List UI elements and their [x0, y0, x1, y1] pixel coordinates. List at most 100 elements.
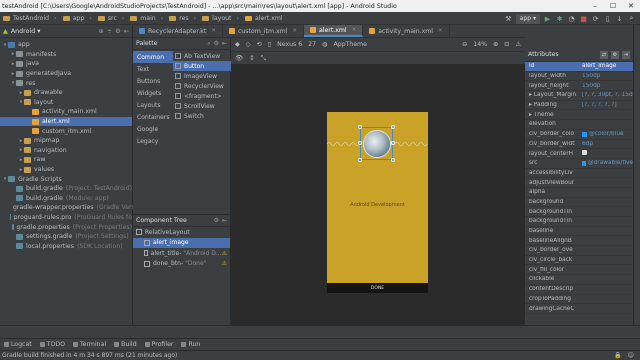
checkbox[interactable] — [582, 150, 587, 156]
attribute-value[interactable]: 6dp — [582, 141, 633, 147]
project-tree-item[interactable]: ▾ res — [0, 78, 132, 88]
project-tree-item[interactable]: ▸ drawable — [0, 88, 132, 98]
constraint-handle[interactable] — [358, 141, 362, 145]
palette-item[interactable]: ScrollView — [173, 101, 231, 111]
attribute-row[interactable]: adjustViewBour — [525, 178, 633, 188]
attribute-row[interactable]: contentDescrip — [525, 285, 633, 295]
attribute-row[interactable]: alpha — [525, 188, 633, 198]
tool-window-run[interactable]: Run — [181, 341, 200, 348]
breadcrumb-app[interactable]: app › — [60, 15, 95, 22]
maximize-icon[interactable]: ☐ — [604, 0, 622, 12]
project-tree-item[interactable]: ▸ values — [0, 165, 132, 175]
attribute-value[interactable]: 150dp — [582, 73, 633, 79]
stop-icon[interactable]: ■ — [579, 14, 588, 23]
sync-icon[interactable]: ⟳ — [591, 14, 600, 23]
zoom-fit-icon[interactable]: ⊡ — [504, 41, 509, 48]
project-tree-item[interactable]: build.gradle (Project: TestAndroid) — [0, 184, 132, 194]
project-tree-item[interactable]: ▸ mipmap — [0, 136, 132, 146]
attribute-value[interactable]: [?, ?, 30pt, ?, 15dp] — [582, 92, 633, 98]
palette-item[interactable]: <fragment> — [173, 91, 231, 101]
component-tree-item[interactable]: alert_image — [133, 237, 230, 248]
orientation-icon[interactable]: ⟲ — [257, 41, 262, 48]
attribute-row[interactable]: ▸ Padding [?, ?, ?, ?, ?] — [525, 101, 633, 111]
attribute-row[interactable]: layout_height 150dp — [525, 81, 633, 92]
resize-icon[interactable]: ⤡ — [261, 54, 266, 63]
search-icon[interactable]: ⌕ — [627, 14, 636, 23]
minimize-icon[interactable]: – — [586, 0, 604, 12]
sdk-manager-icon[interactable]: ↓ — [615, 14, 624, 23]
attribute-row[interactable]: drawingCacheC — [525, 304, 633, 314]
tool-window-todo[interactable]: TODO — [39, 341, 65, 348]
attribute-value[interactable]: @color/blue — [582, 131, 633, 137]
attribute-row[interactable]: backgroundTin — [525, 217, 633, 227]
attribute-row[interactable]: civ_circle_back — [525, 256, 633, 266]
project-tree-item[interactable]: ▸ raw — [0, 155, 132, 165]
attribute-row[interactable]: accessibilityLiv — [525, 169, 633, 179]
component-tree-item[interactable]: done_btn- "Done" ⚠ — [133, 259, 230, 270]
breadcrumb-file[interactable]: alert.xml — [242, 15, 286, 22]
attribute-row[interactable]: baseline — [525, 227, 633, 237]
editor-tab[interactable]: activity_main.xml ✕ — [363, 25, 450, 37]
attribute-row[interactable]: civ_border_colo @color/blue — [525, 130, 633, 140]
project-tree-item[interactable]: ▾ app — [0, 40, 132, 50]
inspector-icon[interactable]: ☺ — [628, 352, 634, 359]
resize-handle[interactable] — [391, 125, 395, 129]
project-tree-item[interactable]: ▸ generatedJava — [0, 69, 132, 79]
attribute-row[interactable]: src @drawable/five — [525, 159, 633, 169]
breadcrumb-main[interactable]: main › — [127, 15, 166, 22]
warning-icon[interactable]: ⚠ — [515, 41, 525, 48]
project-tree-item[interactable]: ▾ Gradle Scripts — [0, 174, 132, 184]
palette-category[interactable]: Common — [133, 51, 173, 63]
attribute-value[interactable]: alert_image — [582, 63, 633, 69]
project-tree-item[interactable]: build.gradle (Module: app) — [0, 194, 132, 204]
close-icon[interactable]: ✕ — [622, 0, 640, 12]
project-tree-item[interactable]: ▾ layout — [0, 98, 132, 108]
breadcrumb-src[interactable]: src › — [95, 15, 128, 22]
attribute-row[interactable]: cropToPadding — [525, 295, 633, 305]
zoom-in-icon[interactable]: ⊕ — [493, 41, 498, 48]
palette-category[interactable]: Text — [133, 63, 173, 75]
constraint-handle[interactable] — [391, 141, 395, 145]
zoom-out-icon[interactable]: ⊖ — [462, 41, 467, 48]
hide-icon[interactable]: ⇥ — [622, 50, 630, 59]
margin-icon[interactable]: ↕ — [249, 54, 254, 62]
tool-window-terminal[interactable]: Terminal — [72, 341, 106, 348]
resize-handle[interactable] — [358, 125, 362, 129]
hide-icon[interactable]: ⇤ — [222, 40, 227, 48]
palette-category[interactable]: Widgets — [133, 87, 173, 99]
palette-category[interactable]: Layouts — [133, 99, 173, 111]
tool-window-profiler[interactable]: Profiler — [144, 341, 173, 348]
blueprint-icon[interactable]: ◇ — [246, 41, 251, 48]
hide-icon[interactable]: ⇤ — [124, 28, 129, 35]
editor-tab[interactable]: alert.xml ✕ — [303, 25, 364, 37]
project-tree-item[interactable]: ▸ java — [0, 59, 132, 69]
attribute-value[interactable] — [582, 150, 633, 157]
palette-item[interactable]: RecyclerView — [173, 81, 231, 91]
swap-icon[interactable]: ⇄ — [600, 50, 608, 59]
palette-category[interactable]: Legacy — [133, 135, 173, 147]
api-select[interactable]: 27 — [308, 41, 316, 48]
target-icon[interactable]: ⊕ — [99, 28, 104, 35]
palette-category[interactable]: Containers — [133, 111, 173, 123]
project-view-selector[interactable]: ▲ Android ▾ ⊕ ÷ ⚙ ⇤ — [0, 25, 132, 38]
attribute-value[interactable]: @drawable/five — [582, 160, 633, 166]
attribute-row[interactable]: civ_border_ove — [525, 246, 633, 256]
close-tab-icon[interactable]: ✕ — [438, 28, 443, 34]
attribute-row[interactable]: ▸ Theme — [525, 110, 633, 121]
debug-icon[interactable]: ✱ — [555, 14, 564, 23]
project-tree-item[interactable]: activity_main.xml — [0, 107, 132, 117]
component-tree-item[interactable]: alert_title- "Android D... ⚠ — [133, 248, 230, 259]
gear-icon[interactable]: ⚙ — [214, 40, 219, 48]
palette-item[interactable]: Button — [173, 61, 231, 71]
breadcrumb-layout[interactable]: layout › — [199, 15, 242, 22]
resize-handle[interactable] — [391, 158, 395, 162]
attribute-row[interactable]: layout_centerH — [525, 149, 633, 159]
project-tree-item[interactable]: gradle.properties (Project Properties) — [0, 222, 132, 232]
run-config-select[interactable]: app ▾ — [515, 13, 540, 24]
project-tree-item[interactable]: ▸ navigation — [0, 146, 132, 156]
warning-icon[interactable]: ⚠ — [222, 250, 227, 257]
alert-image-selection[interactable] — [358, 125, 395, 162]
close-tab-icon[interactable]: ✕ — [211, 28, 216, 34]
design-canvas[interactable]: Android Development DONE — [231, 64, 525, 326]
build-hammer-icon[interactable]: ⚒ — [504, 14, 513, 23]
